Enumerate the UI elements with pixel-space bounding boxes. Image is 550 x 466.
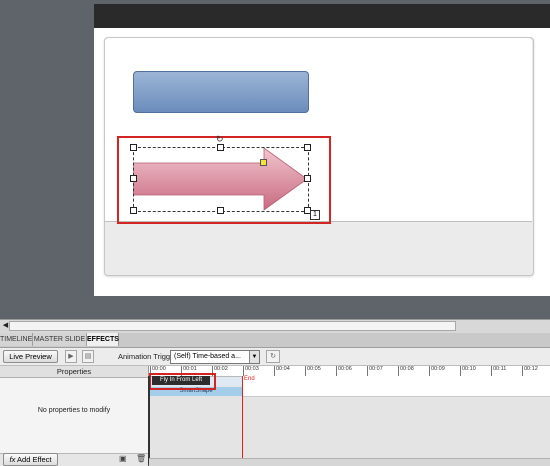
timeline-tick: 00:09 (429, 366, 445, 376)
timeline-tick: 00:12 (522, 366, 538, 376)
selection-box[interactable] (133, 147, 309, 212)
live-preview-button[interactable]: Live Preview (3, 350, 58, 363)
timeline-tick: 00:11 (491, 366, 506, 376)
timeline-tick: 00:08 (398, 366, 414, 376)
object-index-badge: 1 (310, 210, 320, 220)
timeline-tick: 00:03 (243, 366, 259, 376)
resize-handle[interactable] (217, 144, 224, 151)
properties-pane (0, 366, 149, 465)
play-icon[interactable]: ▶ (65, 350, 77, 363)
resize-handle[interactable] (130, 175, 137, 182)
resize-handle[interactable] (130, 207, 137, 214)
timeline-tick: 00:05 (305, 366, 321, 376)
add-effect-label: Add Effect (17, 455, 52, 464)
tab-timeline[interactable]: TIMELINE (0, 333, 33, 346)
loop-icon[interactable]: ↻ (266, 350, 280, 363)
timeline-tick: 00:04 (274, 366, 290, 376)
timeline-tick: 00:10 (460, 366, 476, 376)
timeline-tick: 00:06 (336, 366, 352, 376)
rotate-handle-icon[interactable]: ↻ (216, 134, 224, 145)
scrollbar-thumb[interactable] (9, 321, 456, 331)
resize-handle[interactable] (304, 144, 311, 151)
properties-header: Properties (0, 366, 148, 378)
timeline-tick: 00:07 (367, 366, 383, 376)
resize-handle[interactable] (304, 175, 311, 182)
timeline-lane (243, 376, 550, 397)
animation-trigger-select[interactable]: (Self) Time-based a... ▼ (170, 350, 260, 364)
properties-empty-message: No properties to modify (37, 407, 111, 414)
timeline-end-marker[interactable] (242, 376, 243, 465)
resize-handle[interactable] (130, 144, 137, 151)
rounded-rectangle-shape[interactable] (133, 71, 309, 113)
animation-trigger-value: (Self) Time-based a... (174, 353, 241, 360)
fly-in-effect-label[interactable]: Fly In From Left (152, 376, 210, 385)
delete-icon[interactable]: 🗑 (136, 454, 146, 463)
save-icon[interactable]: ▣ (119, 454, 127, 463)
fx-icon: fx (9, 455, 16, 464)
add-effect-button[interactable]: fx Add Effect (3, 453, 58, 466)
timeline-end-label: End (244, 376, 255, 382)
slide-header-bar (94, 4, 550, 28)
tab-effects[interactable]: EFFECTS (87, 333, 119, 346)
timeline-start-marker (148, 376, 150, 465)
shape-adjust-handle[interactable] (260, 159, 267, 166)
resize-handle[interactable] (217, 207, 224, 214)
chevron-down-icon[interactable]: ▼ (249, 351, 259, 363)
tab-master-slide[interactable]: MASTER SLIDE (33, 333, 87, 346)
filmstrip-icon[interactable]: ▤ (82, 350, 94, 363)
